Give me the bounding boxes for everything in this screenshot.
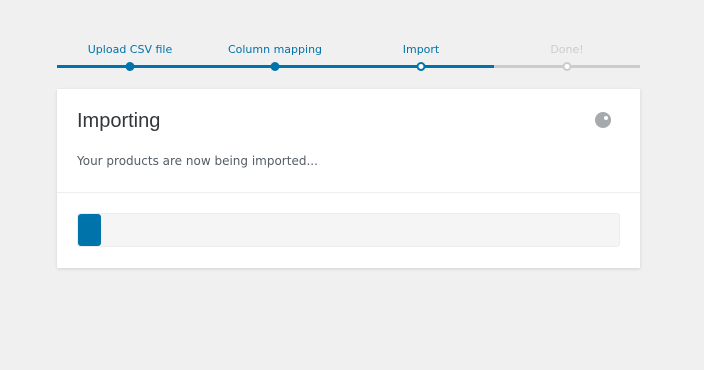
step-label-done: Done! xyxy=(550,43,584,56)
step-label-column-mapping: Column mapping xyxy=(227,43,323,56)
step-dot-column-mapping xyxy=(270,62,280,71)
step-dot-upload xyxy=(125,62,135,71)
import-progress-fill xyxy=(78,214,101,246)
step-dot-import xyxy=(416,62,426,71)
import-card-header: Importing Your products are now being im… xyxy=(57,89,640,193)
page-title: Importing xyxy=(77,110,161,132)
import-card: Importing Your products are now being im… xyxy=(57,89,640,268)
import-status-text: Your products are now being imported... xyxy=(77,154,318,168)
loading-spinner-icon xyxy=(595,112,611,128)
import-steps: Upload CSV file Column mapping Import Do… xyxy=(57,38,640,78)
import-progress-bar xyxy=(77,213,620,247)
step-label-upload: Upload CSV file xyxy=(87,43,173,56)
step-label-import: Import xyxy=(402,43,440,56)
step-dot-done xyxy=(562,62,572,71)
